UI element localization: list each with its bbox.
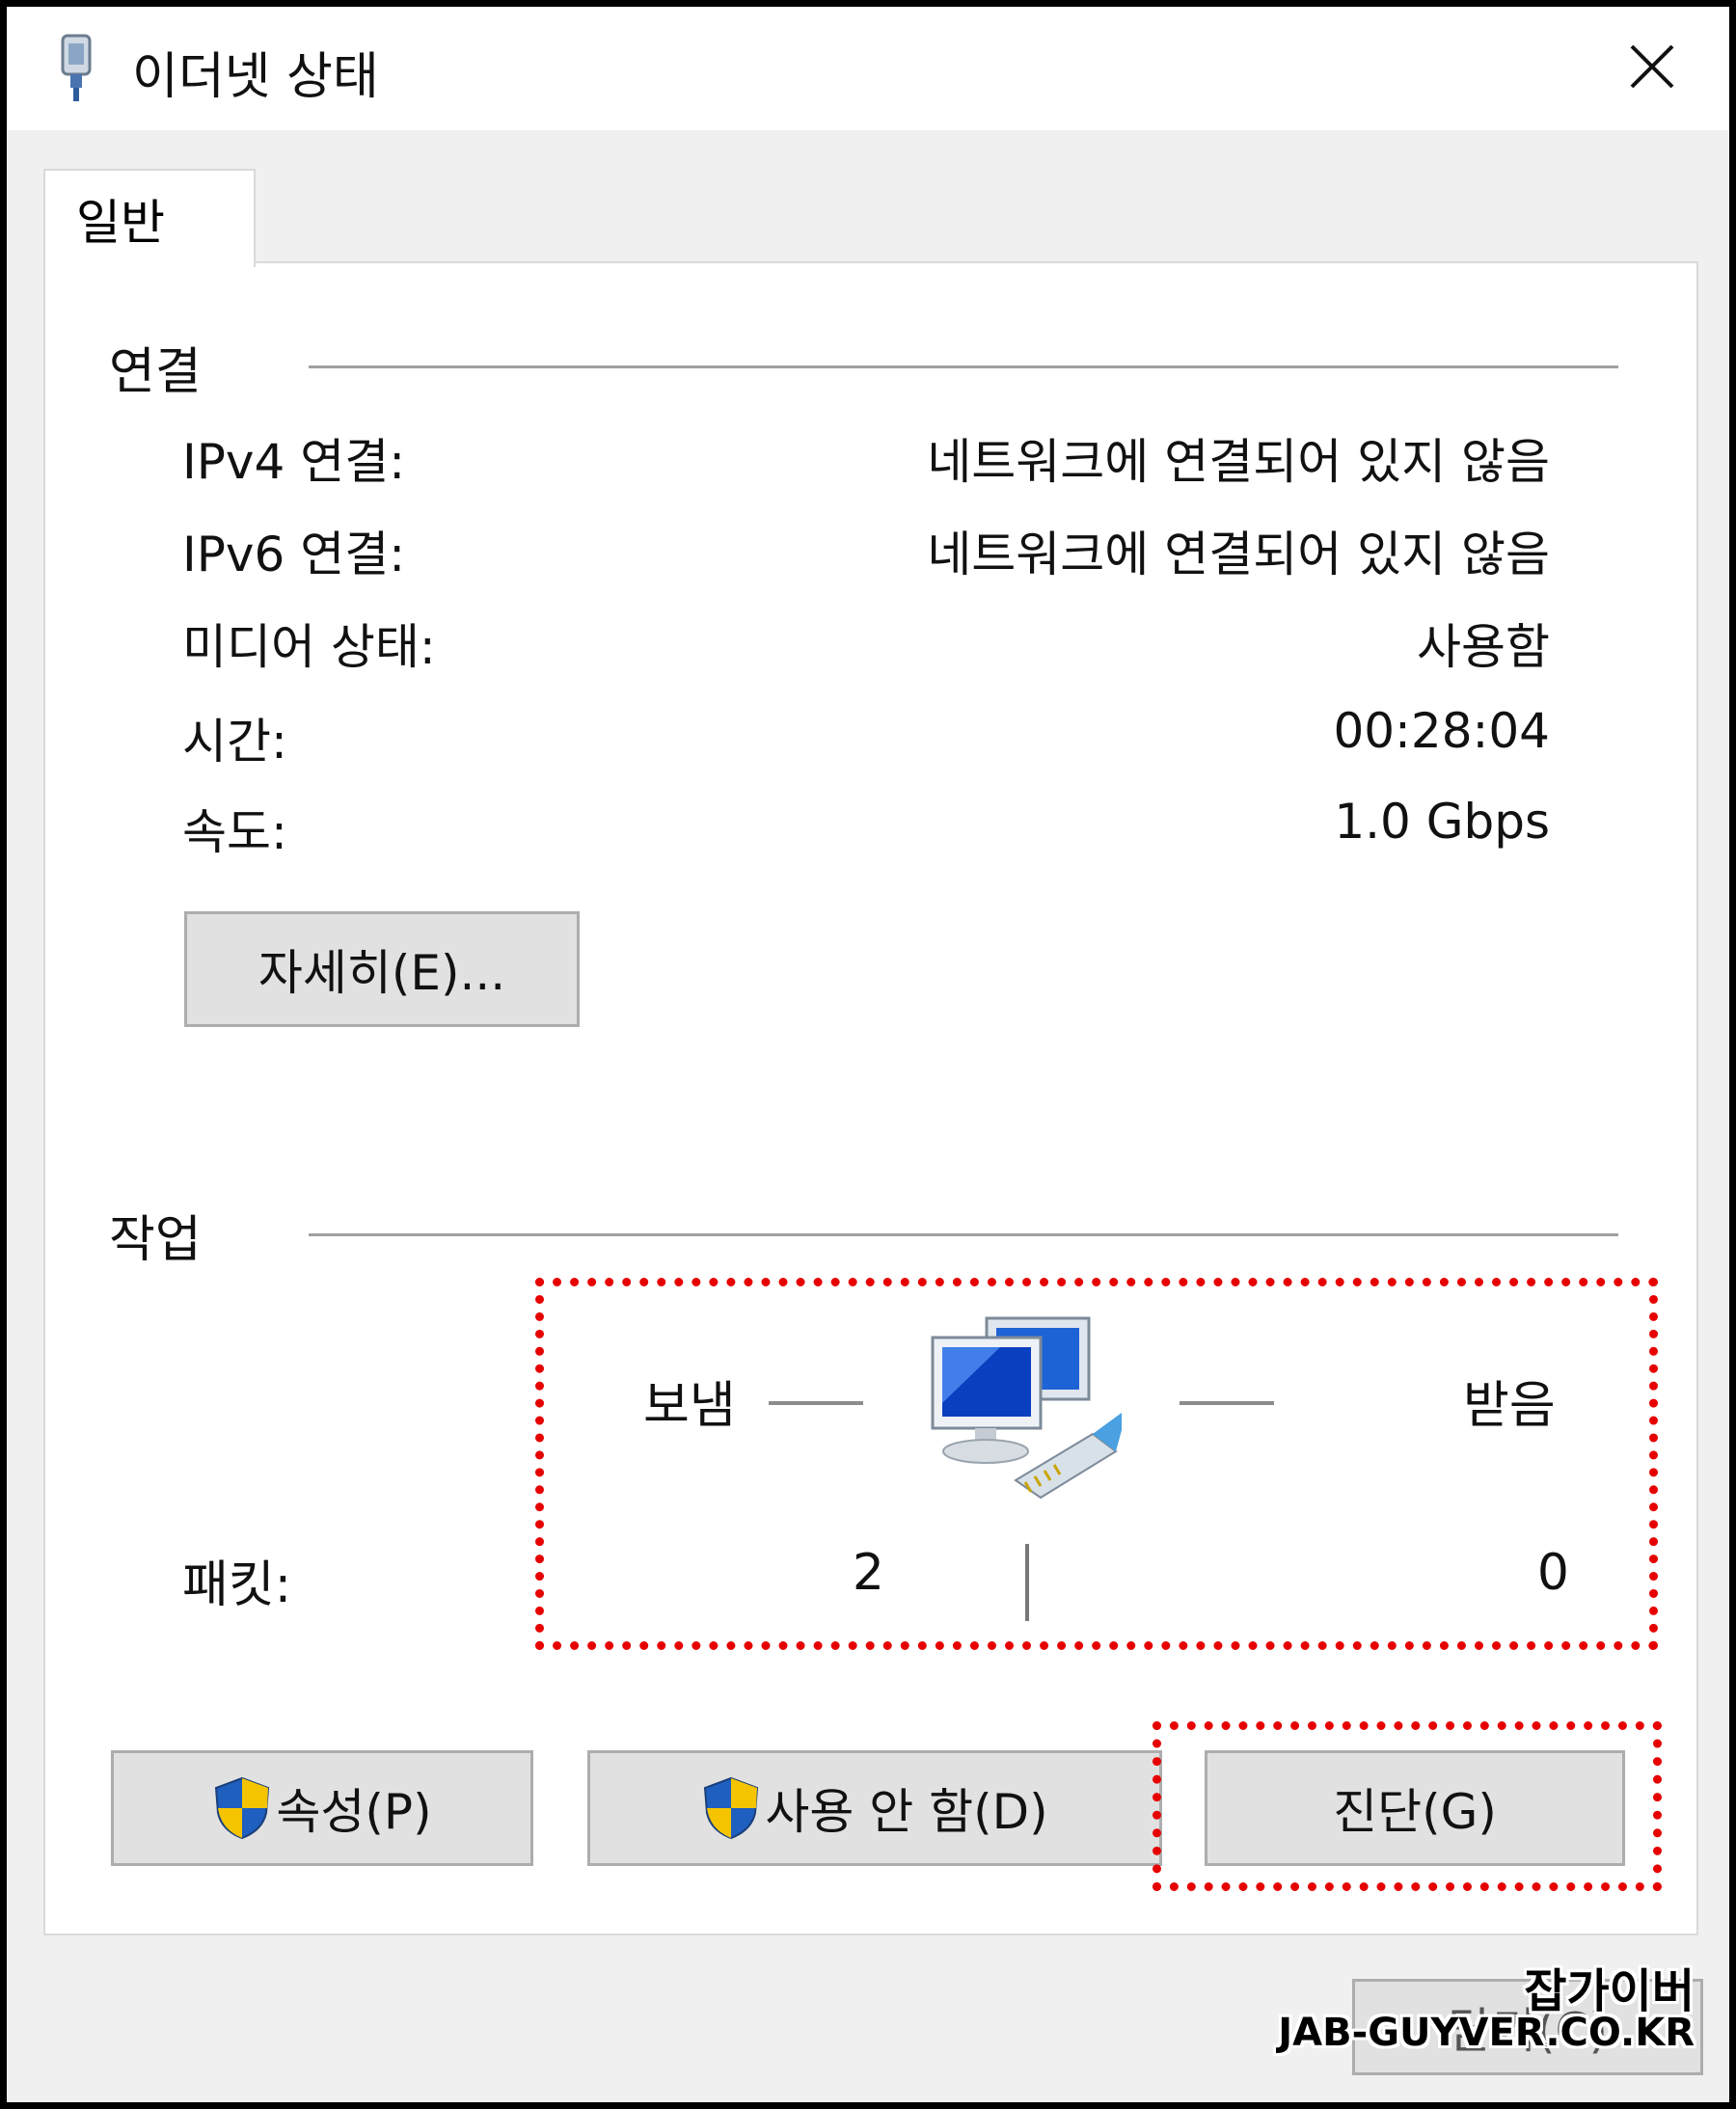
general-panel — [43, 261, 1698, 1935]
received-label: 받음 — [1463, 1377, 1556, 1435]
connection-divider — [309, 365, 1618, 368]
ipv4-label: IPv4 연결: — [182, 434, 406, 490]
details-button[interactable]: 자세히(E)... — [184, 911, 580, 1027]
sent-label: 보냄 — [643, 1377, 736, 1435]
ethernet-status-window: 이더넷 상태 일반 연결 IPv4 연결: 네트워크에 연결되어 있지 않음 I… — [0, 0, 1736, 2109]
ipv6-label: IPv6 연결: — [182, 527, 406, 582]
window-title: 이더넷 상태 — [132, 48, 379, 106]
ipv6-value: 네트워크에 연결되어 있지 않음 — [927, 527, 1550, 582]
activity-divider — [309, 1233, 1618, 1236]
tab-general-label: 일반 — [76, 195, 165, 251]
properties-button-label: 속성(P) — [276, 1784, 432, 1840]
disable-button[interactable]: 사용 안 함(D) — [587, 1750, 1162, 1866]
title-bar[interactable]: 이더넷 상태 — [7, 7, 1729, 130]
uac-shield-icon — [704, 1776, 759, 1840]
network-computers-icon — [931, 1316, 1122, 1500]
disable-button-label: 사용 안 함(D) — [765, 1784, 1048, 1840]
ipv4-value: 네트워크에 연결되어 있지 않음 — [927, 434, 1550, 490]
activity-section-label: 작업 — [109, 1211, 202, 1269]
properties-button[interactable]: 속성(P) — [111, 1750, 533, 1866]
close-icon — [1630, 44, 1674, 89]
received-dash — [1180, 1401, 1274, 1405]
packets-received-value: 0 — [1536, 1544, 1569, 1602]
speed-value: 1.0 Gbps — [1334, 794, 1550, 850]
media-state-label: 미디어 상태: — [182, 619, 436, 675]
media-state-value: 사용함 — [1417, 619, 1550, 675]
ethernet-adapter-icon — [61, 34, 92, 101]
uac-shield-icon — [215, 1776, 270, 1840]
window-close-button[interactable] — [1614, 28, 1691, 105]
duration-label: 시간: — [182, 714, 287, 770]
diagnose-highlight-box — [1153, 1721, 1662, 1891]
packets-separator — [1025, 1544, 1029, 1621]
watermark-url: JAB-GUYVER.CO.KR — [1278, 2011, 1695, 2055]
connection-section-label: 연결 — [109, 343, 202, 401]
duration-value: 00:28:04 — [1333, 703, 1550, 759]
packets-label: 패킷: — [182, 1556, 292, 1614]
sent-dash — [769, 1401, 863, 1405]
tab-general[interactable]: 일반 — [43, 169, 256, 267]
speed-label: 속도: — [182, 804, 287, 860]
packets-sent-value: 2 — [852, 1544, 884, 1602]
